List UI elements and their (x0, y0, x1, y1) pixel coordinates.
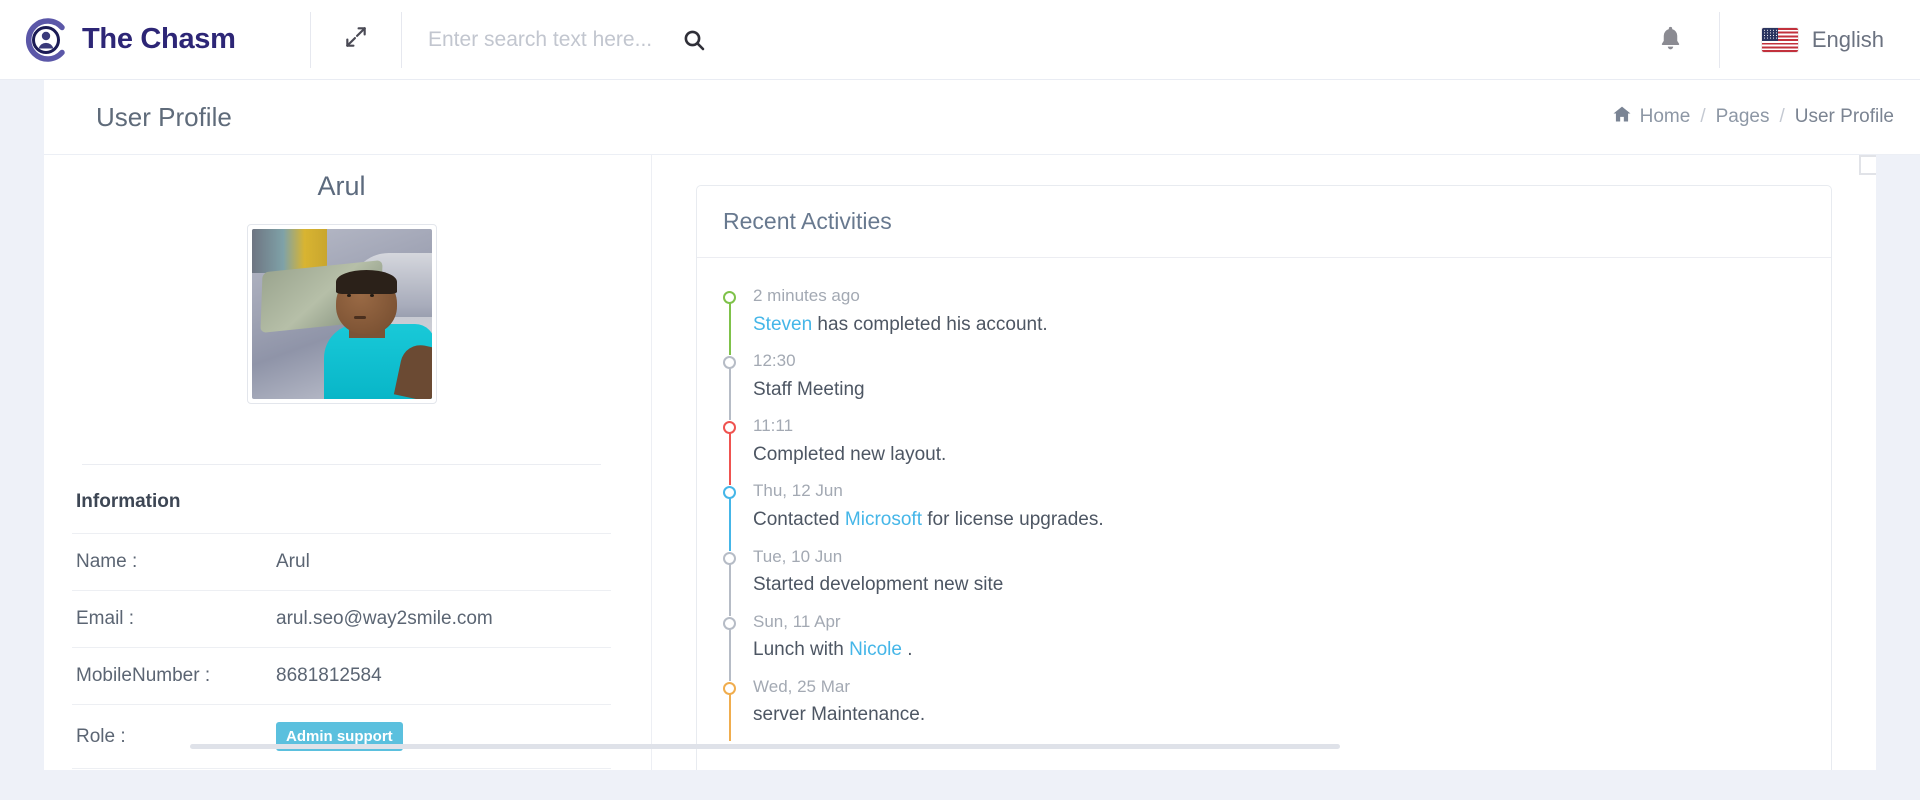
language-label: English (1811, 26, 1884, 52)
breadcrumb: Home / Pages / User Profile (1612, 104, 1894, 130)
timeline-dot-icon (723, 616, 736, 630)
timeline-dot-icon (723, 421, 736, 435)
info-value: arul.seo@way2smile.com (276, 608, 493, 629)
info-value: 8681812584 (276, 665, 382, 686)
breadcrumb-home[interactable]: Home (1612, 104, 1691, 130)
activity-item: Wed, 25 Mar server Maintenance. (723, 675, 1805, 747)
card-body: 2 minutes ago Steven has completed his ac… (697, 258, 1831, 777)
activity-time: Thu, 12 Jun (753, 481, 843, 501)
timeline-line (728, 302, 731, 356)
info-value-cell: Admin support (272, 705, 611, 769)
content-area: Arul Information Name: Arul Email: aru… (44, 155, 1877, 778)
page-title: User Profile (96, 101, 232, 132)
info-key: Email : (76, 608, 135, 629)
activity-text: Lunch with Nicole . (753, 639, 913, 661)
activity-item: 11:11 Completed new layout. (723, 414, 1805, 486)
info-key: Role : (76, 725, 126, 747)
activity-item: Thu, 12 Jun Contacted Microsoft for licen… (723, 479, 1805, 551)
sidebar-strip (0, 80, 44, 800)
brand-name: The Chasm (82, 23, 236, 55)
timeline-line (728, 692, 731, 741)
bell-icon (1657, 24, 1684, 56)
bottom-strip (0, 770, 1920, 800)
table-row: Email : arul.seo@way2smile.com (72, 590, 611, 648)
activity-text: Completed new layout. (753, 443, 947, 465)
notifications-button[interactable] (1623, 0, 1719, 80)
breadcrumb-pages[interactable]: Pages (1716, 106, 1770, 128)
top-navbar: The Chasm Enter search text here... Engl… (0, 0, 1920, 80)
profile-display-name: Arul (317, 171, 366, 201)
timeline-line (728, 367, 731, 421)
profile-card: Arul Information Name: Arul Email: aru… (72, 155, 652, 778)
breadcrumb-home-label[interactable]: Home (1640, 106, 1691, 128)
fullscreen-expand-button[interactable] (311, 0, 401, 80)
card-header: Recent Activities (697, 186, 1831, 258)
activity-text: Staff Meeting (753, 378, 865, 400)
table-row: Name : Arul (72, 533, 611, 591)
timeline-line (728, 627, 731, 681)
timeline-line (728, 562, 731, 616)
timeline-dot-icon (723, 356, 736, 370)
info-key: MobileNumber : (76, 665, 211, 686)
home-icon (1612, 104, 1632, 130)
breadcrumb-separator: / (1779, 106, 1785, 127)
info-value: Arul (276, 551, 310, 572)
recent-activities-card: Recent Activities 2 minutes ago Steven ha… (696, 185, 1832, 778)
breadcrumb-current: User Profile (1794, 106, 1894, 127)
language-selector[interactable]: English (1720, 0, 1894, 80)
brand[interactable]: The Chasm (0, 0, 310, 80)
activity-text: Started development new site (753, 574, 1004, 596)
activity-text: Steven has completed his account. (753, 313, 1048, 335)
activity-time: Sun, 11 Apr (753, 611, 841, 631)
timeline-line (728, 497, 731, 551)
activity-link[interactable]: Microsoft (845, 509, 922, 530)
activity-time: 12:30 (753, 351, 796, 371)
timeline-dot-icon (723, 291, 736, 304)
search-icon[interactable] (682, 28, 706, 52)
us-flag-icon (1761, 27, 1798, 52)
activity-link[interactable]: Steven (753, 314, 812, 335)
activity-item: Sun, 11 Apr Lunch with Nicole . (723, 610, 1805, 681)
page-header: User Profile Home / Pages / User Profile (44, 80, 1920, 155)
activity-link[interactable]: Nicole (849, 639, 902, 660)
avatar-photo (251, 229, 432, 399)
activity-item: 12:30 Staff Meeting (723, 349, 1805, 421)
avatar (246, 224, 437, 404)
activity-time: Tue, 10 Jun (753, 546, 843, 566)
info-key: Name : (76, 551, 138, 572)
search-input[interactable] (428, 27, 678, 52)
activity-item: 2 minutes ago Steven has completed his ac… (723, 284, 1805, 356)
search-area (402, 0, 1623, 80)
timeline-dot-icon (723, 486, 736, 500)
information-table: Name : Arul Email : arul.seo@way2smile.c… (72, 533, 611, 769)
activity-time: 11:11 (753, 416, 794, 436)
activity-text: Contacted Microsoft for license upgrades… (753, 509, 1104, 531)
timeline-dot-icon (723, 551, 736, 565)
user-circle-logo-icon (22, 16, 70, 64)
timeline-dot-icon (723, 681, 736, 695)
activity-item: Tue, 10 Jun Started development new site (723, 545, 1805, 616)
topbar-right: English (1623, 0, 1920, 80)
information-heading: Information (76, 491, 181, 512)
activity-time: 2 minutes ago (753, 286, 860, 305)
vertical-scroll-gutter[interactable] (1876, 155, 1920, 770)
activity-timeline: 2 minutes ago Steven has completed his ac… (723, 284, 1805, 747)
table-row: Role : Admin support (72, 704, 611, 769)
activity-text: server Maintenance. (753, 704, 926, 726)
table-row: MobileNumber : 8681812584 (72, 647, 611, 705)
horizontal-scrollbar[interactable] (190, 744, 1340, 749)
breadcrumb-separator: / (1700, 106, 1706, 127)
activity-time: Wed, 25 Mar (753, 676, 851, 696)
timeline-line (728, 432, 731, 486)
fullscreen-expand-icon (343, 24, 369, 55)
activities-column: Recent Activities 2 minutes ago Steven ha… (652, 155, 1876, 778)
recent-activities-title: Recent Activities (723, 208, 892, 234)
